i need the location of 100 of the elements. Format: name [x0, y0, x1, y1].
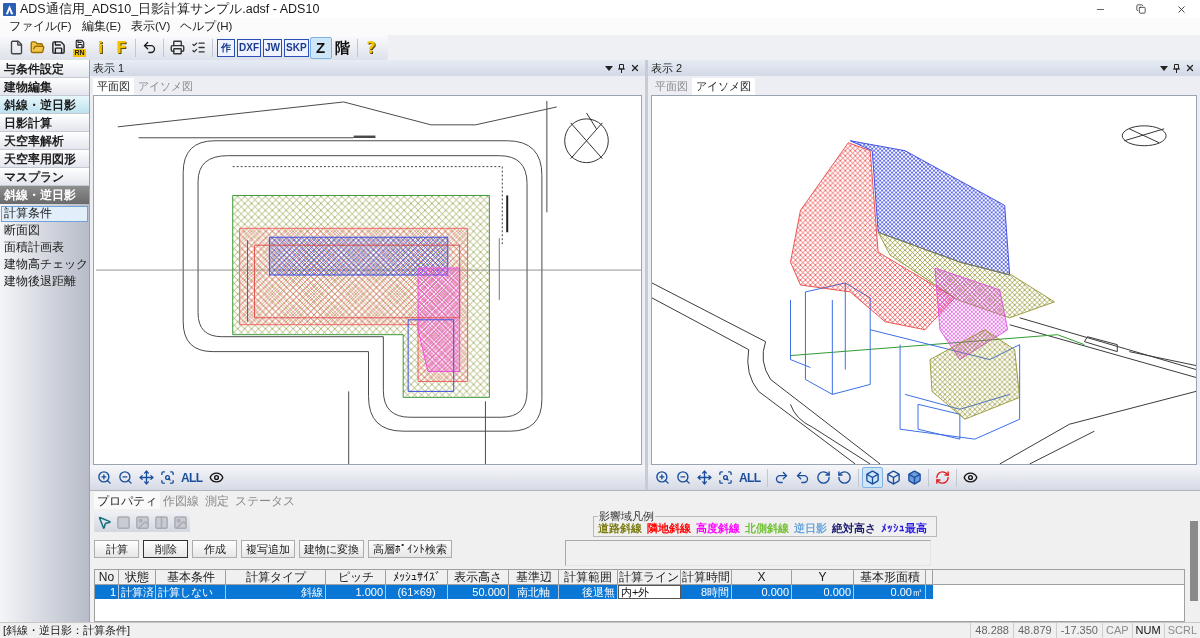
table-cell: 0.000	[732, 585, 792, 599]
nav-item[interactable]: 天空率用図形	[0, 150, 89, 168]
restore-icon[interactable]	[1136, 4, 1146, 14]
status-readout: 48.288	[970, 623, 1013, 638]
table-cell: 0.00㎡	[854, 585, 926, 599]
table-cell: 1.000	[326, 585, 386, 599]
status-indicator: SCRL	[1163, 623, 1200, 638]
zoom-area-icon	[160, 470, 175, 485]
nav-item[interactable]: 天空率解析	[0, 132, 89, 150]
checklist-icon	[191, 40, 206, 55]
table-cell: 内+外	[618, 585, 681, 599]
list-item[interactable]: 建物高チェック	[1, 257, 88, 273]
menu-item[interactable]: ファイル(F)	[7, 20, 74, 33]
pin-icon[interactable]	[618, 63, 625, 73]
rotate-icon	[815, 470, 831, 485]
column-header: 計算ライン	[618, 570, 681, 584]
fit-all-button[interactable]: ALL	[178, 467, 206, 488]
nav-item[interactable]: 日影計算	[0, 114, 89, 132]
toolbar-button[interactable]: DXF	[237, 38, 261, 57]
table-cell: 50.000	[448, 585, 509, 599]
column-header: 基準辺	[509, 570, 559, 584]
column-header: 計算範囲	[559, 570, 618, 584]
table-cell: 南北軸	[509, 585, 559, 599]
table-cell: 計算しない	[156, 585, 226, 599]
close-icon[interactable]	[1176, 3, 1187, 15]
document-icon	[9, 40, 24, 55]
toolbar-button[interactable]: 作	[217, 38, 235, 57]
fit-all-button[interactable]: ALL	[736, 467, 764, 488]
column-header: Y	[792, 570, 854, 584]
close-icon[interactable]	[1185, 63, 1195, 73]
nav-item[interactable]: 与条件設定	[0, 60, 89, 78]
cube-icon	[864, 470, 880, 485]
scrollbar-thumb[interactable]	[1190, 521, 1198, 601]
list-item[interactable]: 面積計画表	[1, 240, 88, 256]
action-button[interactable]: 削除	[143, 540, 188, 558]
zoom-out-icon	[676, 470, 691, 485]
table-row[interactable]: 1 計算済 計算しない 斜線 1.000 (61×69) 50.000 南北軸 後退無 内+外 8時間 0.000 0.000 0.00㎡	[95, 585, 933, 599]
list-item[interactable]: 建物後退距離	[1, 274, 88, 290]
printer-icon	[170, 40, 185, 55]
floppy-icon	[51, 40, 66, 55]
pin-icon[interactable]	[1173, 63, 1180, 73]
column-header: ﾒｯｼｭｻｲｽﾞ	[386, 570, 448, 584]
menu-item[interactable]: 表示(V)	[129, 20, 173, 33]
move-arrows-icon	[139, 470, 154, 485]
legend-item: 道路斜線	[598, 522, 642, 534]
action-button[interactable]: 高層ﾎﾟｲﾝﾄ検索	[368, 540, 452, 558]
action-button[interactable]: 建物に変換	[299, 540, 364, 558]
close-icon[interactable]	[630, 63, 640, 73]
dropdown-icon[interactable]	[605, 65, 613, 71]
shaded-cube-icon	[906, 470, 922, 485]
display-mode-button[interactable]	[861, 467, 883, 488]
list-item[interactable]: 断面図	[1, 223, 88, 239]
column-header: 表示高さ	[448, 570, 509, 584]
action-button[interactable]: 作成	[192, 540, 237, 558]
toolbar-button[interactable]: JW	[263, 38, 282, 57]
panel-title: 表示 2	[651, 62, 683, 74]
split-square-icon	[153, 514, 169, 530]
legend-item: 高度斜線	[696, 522, 740, 534]
menu-item[interactable]: 編集(E)	[79, 20, 124, 33]
tab[interactable]: プロパティ	[94, 492, 160, 509]
toolbar-button[interactable]: 階	[331, 36, 354, 59]
move-arrows-icon	[697, 470, 712, 485]
picture-icon	[134, 514, 150, 530]
table-cell: (61×69)	[386, 585, 448, 599]
menu-item[interactable]: ヘルプ(H)	[178, 20, 235, 33]
tab[interactable]: アイソメ図	[692, 78, 755, 95]
cube-icon	[885, 470, 901, 485]
floppy-icon	[73, 38, 86, 49]
column-header: 状態	[119, 570, 156, 584]
column-header: X	[732, 570, 792, 584]
column-header: No	[95, 570, 119, 584]
status-readout: 48.879	[1013, 623, 1056, 638]
legend-item: 逆日影	[794, 522, 827, 534]
nav-item[interactable]: マスプラン	[0, 168, 89, 186]
dropdown-icon[interactable]	[1160, 65, 1168, 71]
list-item[interactable]: 計算条件	[1, 206, 88, 222]
folder-icon	[30, 40, 45, 55]
action-button[interactable]: 計算	[94, 540, 139, 558]
toolbar-button[interactable]: SKP	[284, 38, 309, 57]
window-title: ADS通信用_ADS10_日影計算サンプル.adsf - ADS10	[20, 2, 320, 16]
toolbar-button[interactable]: Z	[309, 36, 332, 59]
column-header: 基本条件	[156, 570, 226, 584]
action-button[interactable]: 複写追加	[241, 540, 295, 558]
nav-item[interactable]: 建物編集	[0, 78, 89, 96]
column-header: 計算時間	[681, 570, 732, 584]
table-cell: 1	[95, 585, 119, 599]
picture-icon	[172, 514, 188, 530]
table-cell: 計算済	[119, 585, 156, 599]
zoom-in-icon	[97, 470, 112, 485]
section-header: 斜線・逆日影	[0, 186, 89, 204]
legend-item: 絶対高さ	[832, 522, 876, 534]
zoom-area-icon	[718, 470, 733, 485]
tab[interactable]: 平面図	[93, 78, 134, 95]
curved-arrow-icon	[773, 470, 789, 485]
status-readout: -17.350	[1055, 623, 1102, 638]
legend-item: ﾒｯｼｭ最高	[881, 522, 927, 534]
nav-item[interactable]: 斜線・逆日影	[0, 96, 89, 114]
legend-item: 北側斜線	[745, 522, 789, 534]
eye-icon	[962, 470, 978, 485]
status-indicator: CAP	[1101, 623, 1132, 638]
